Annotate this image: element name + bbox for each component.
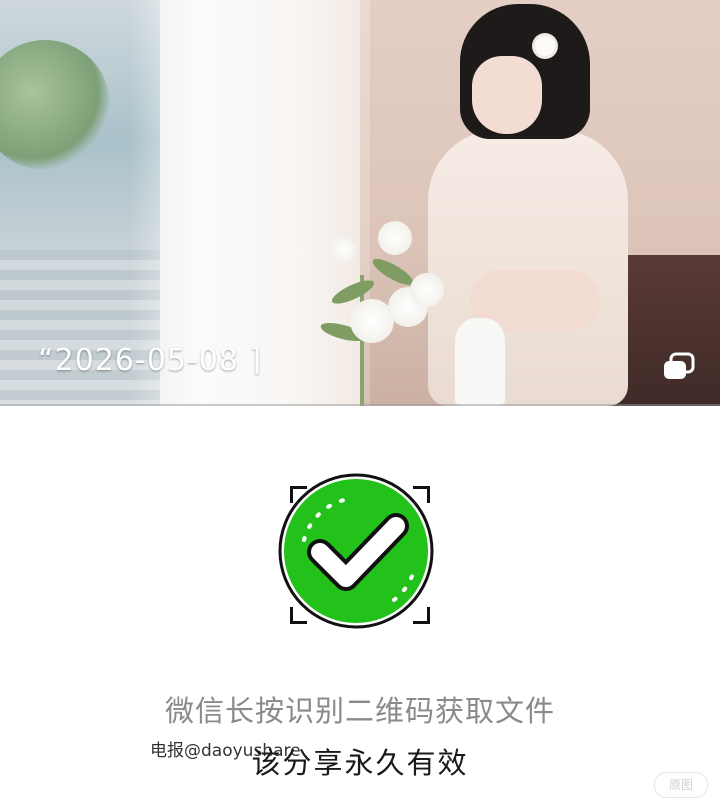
copy-icon[interactable] [662,352,696,382]
flower-bloom [330,237,356,263]
scan-instruction: 微信长按识别二维码获取文件 [164,694,555,728]
divider [0,404,720,406]
person-face [472,56,542,134]
flower-bloom [410,273,444,307]
hair-flower [535,36,555,56]
flower-bloom [378,221,412,255]
watermark-badge: 原图 [654,772,708,798]
person-sock [455,318,505,406]
leaf [369,254,417,290]
green-check-icon [277,472,435,630]
cover-photo[interactable]: “2026-05-08 ⌉ [0,0,720,406]
tree-blur [0,40,110,170]
validity-text: 该分享永久有效 [251,746,469,780]
date-label: “2026-05-08 ⌉ [38,343,263,378]
flower-vase [300,215,444,406]
